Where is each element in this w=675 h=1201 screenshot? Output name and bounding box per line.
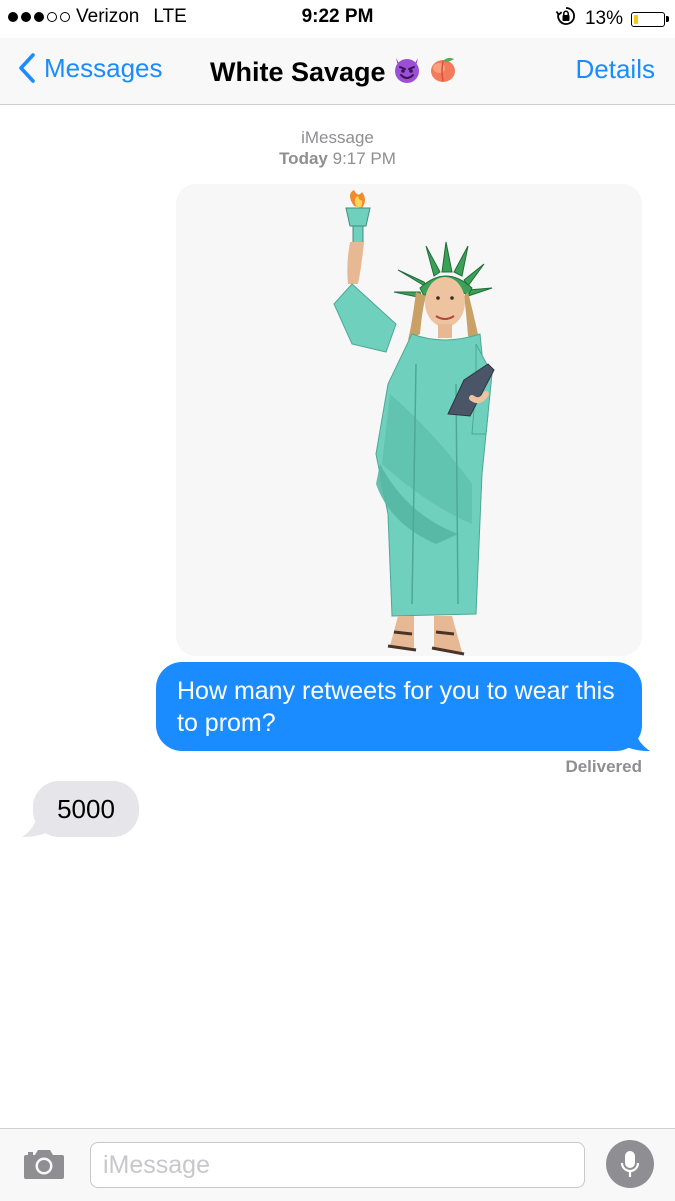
status-right: 13%: [555, 6, 669, 32]
microphone-icon: [620, 1151, 640, 1177]
chevron-left-icon: [19, 53, 35, 83]
outgoing-bubble-tail: [620, 726, 650, 751]
camera-button[interactable]: [22, 1147, 66, 1186]
timestamp-day: Today: [279, 149, 328, 168]
image-message[interactable]: [176, 184, 642, 656]
orientation-lock-icon: [555, 6, 577, 32]
message-input-bar: [0, 1128, 675, 1201]
delivery-status: Delivered: [565, 757, 642, 776]
outgoing-message-bubble[interactable]: How many retweets for you to wear this t…: [156, 662, 642, 751]
navigation-bar: Messages White Savage Details: [0, 38, 675, 105]
service-label: iMessage: [301, 128, 374, 147]
statue-of-liberty-costume-image: [176, 184, 642, 656]
thread-header: iMessage Today 9:17 PM: [0, 127, 675, 169]
incoming-message-bubble[interactable]: 5000: [33, 781, 139, 837]
peach-emoji: [428, 54, 458, 91]
battery-level-fill: [634, 14, 639, 24]
details-button[interactable]: Details: [576, 54, 655, 85]
battery-percent: 13%: [584, 8, 623, 29]
back-button-label: Messages: [44, 52, 163, 83]
dictation-button[interactable]: [606, 1140, 654, 1188]
message-input-field[interactable]: [90, 1142, 585, 1188]
battery-icon: [631, 11, 669, 27]
back-button[interactable]: Messages: [18, 52, 163, 84]
thread-timestamp: Today 9:17 PM: [0, 148, 675, 169]
conversation-title[interactable]: White Savage: [210, 54, 458, 91]
camera-icon: [24, 1150, 64, 1179]
message-input[interactable]: [91, 1143, 584, 1187]
timestamp-time: 9:17 PM: [332, 149, 396, 168]
status-bar: Verizon LTE 9:22 PM 13%: [0, 0, 675, 38]
contact-name: White Savage: [210, 57, 386, 87]
smiling-devil-emoji: [392, 54, 422, 91]
